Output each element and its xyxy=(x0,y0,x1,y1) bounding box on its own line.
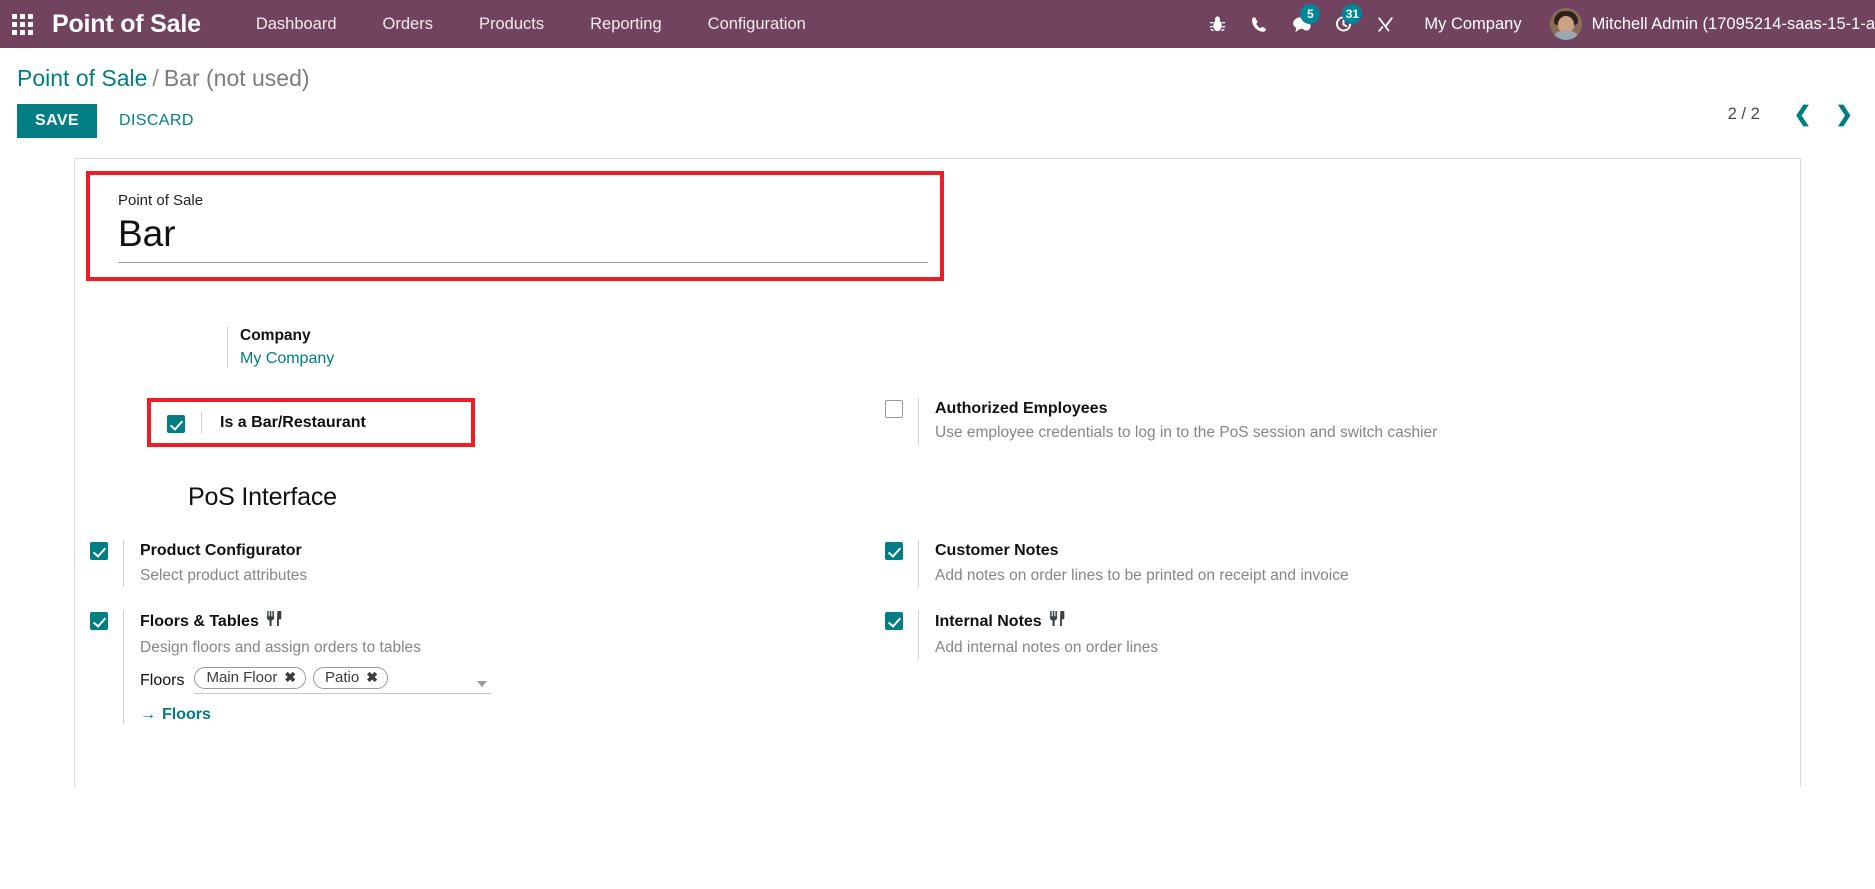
control-panel: Point of Sale / Bar (not used) SAVE DISCAR… xyxy=(0,48,1875,139)
breadcrumb-root[interactable]: Point of Sale xyxy=(17,65,147,91)
save-button[interactable]: SAVE xyxy=(17,104,97,139)
phone-icon[interactable] xyxy=(1238,0,1280,48)
customer-notes-label: Customer Notes xyxy=(935,542,1059,560)
floors-tag-input[interactable]: Main Floor ✖ Patio ✖ xyxy=(194,667,492,695)
authorized-employees-checkbox-cell xyxy=(870,398,918,418)
floors-field-row: Floors Main Floor ✖ Patio ✖ xyxy=(140,667,775,695)
remove-tag-icon[interactable]: ✖ xyxy=(366,669,378,686)
bug-icon[interactable] xyxy=(1196,0,1238,48)
restaurant-fork-knife-icon xyxy=(266,610,283,634)
customer-notes-checkbox-cell xyxy=(870,540,918,561)
floors-internal-link[interactable]: → Floors xyxy=(140,706,211,724)
floors-tables-text: Floors & Tables Design floors and assign… xyxy=(123,610,775,725)
internal-notes-checkbox-cell xyxy=(870,610,918,631)
form-sheet: Point of Sale Company My Company Is a Ba… xyxy=(74,158,1801,788)
app-brand-title[interactable]: Point of Sale xyxy=(52,10,201,39)
menu-item-dashboard[interactable]: Dashboard xyxy=(233,0,360,48)
customer-notes-desc: Add notes on order lines to be printed o… xyxy=(935,567,1349,585)
customer-notes-text: Customer Notes Add notes on order lines … xyxy=(918,540,1475,588)
pos-name-label: Point of Sale xyxy=(118,192,204,210)
breadcrumb-separator: / xyxy=(152,65,159,91)
authorized-employees-desc: Use employee credentials to log in to th… xyxy=(935,424,1438,442)
tools-icon[interactable] xyxy=(1364,0,1406,48)
pos-name-input[interactable] xyxy=(118,213,928,263)
remove-tag-icon[interactable]: ✖ xyxy=(284,669,296,686)
form-sheet-wrapper: Point of Sale Company My Company Is a Ba… xyxy=(0,138,1875,788)
is-bar-restaurant-checkbox-cell xyxy=(151,413,201,433)
floors-internal-link-label: Floors xyxy=(162,706,211,724)
floors-tag-main-floor-label: Main Floor xyxy=(206,669,278,687)
is-bar-restaurant-label: Is a Bar/Restaurant xyxy=(220,413,366,431)
floors-tag-main-floor[interactable]: Main Floor ✖ xyxy=(194,667,307,690)
product-configurator-checkbox[interactable] xyxy=(90,542,108,561)
company-value-link[interactable]: My Company xyxy=(240,350,627,368)
floors-field-label: Floors xyxy=(140,671,185,689)
action-button-row: SAVE DISCARD 2 / 2 ❮ ❯ xyxy=(0,91,1875,139)
settings-column-right: Customer Notes Add notes on order lines … xyxy=(775,540,1475,747)
record-pager: 2 / 2 ❮ ❯ xyxy=(1728,104,1865,125)
company-field-group: Company My Company xyxy=(227,326,627,368)
menu-item-reporting[interactable]: Reporting xyxy=(567,0,685,48)
product-configurator-setting: Product Configurator Select product attr… xyxy=(75,540,775,588)
authorized-employees-setting: Authorized Employees Use employee creden… xyxy=(870,397,1475,445)
product-configurator-desc: Select product attributes xyxy=(140,567,308,585)
floors-tables-setting: Floors & Tables Design floors and assign… xyxy=(75,610,775,725)
is-bar-restaurant-checkbox[interactable] xyxy=(167,414,185,433)
floors-tables-desc: Design floors and assign orders to table… xyxy=(140,638,421,656)
internal-notes-text: Internal Notes Add internal notes on ord… xyxy=(918,610,1475,660)
floors-tag-patio[interactable]: Patio ✖ xyxy=(313,667,388,690)
breadcrumb: Point of Sale / Bar (not used) xyxy=(0,48,1875,91)
arrow-right-icon: → xyxy=(140,706,156,724)
user-name-label: Mitchell Admin (17095214-saas-15-1-a xyxy=(1591,14,1875,33)
pager-count: 2 / 2 xyxy=(1727,105,1760,124)
chevron-down-icon[interactable] xyxy=(477,681,488,688)
user-menu[interactable]: Mitchell Admin (17095214-saas-15-1-a xyxy=(1540,8,1875,40)
internal-notes-checkbox[interactable] xyxy=(885,612,903,631)
floors-tables-checkbox[interactable] xyxy=(90,612,108,631)
activities-clock-icon[interactable]: 31 xyxy=(1322,0,1364,48)
main-menu: Dashboard Orders Products Reporting Conf… xyxy=(233,0,829,48)
activities-badge: 31 xyxy=(1342,4,1363,24)
internal-notes-desc: Add internal notes on order lines xyxy=(935,638,1159,656)
navbar-company-name[interactable]: My Company xyxy=(1406,0,1539,48)
menu-item-configuration[interactable]: Configuration xyxy=(685,0,829,48)
company-label: Company xyxy=(240,326,311,344)
internal-notes-setting: Internal Notes Add internal notes on ord… xyxy=(870,610,1475,660)
apps-grid-icon[interactable] xyxy=(0,0,44,48)
is-bar-restaurant-highlight: Is a Bar/Restaurant xyxy=(147,397,475,448)
authorized-employees-checkbox[interactable] xyxy=(885,399,903,418)
apps-grid-dots xyxy=(11,13,33,35)
product-configurator-label: Product Configurator xyxy=(140,542,302,560)
is-bar-restaurant-text: Is a Bar/Restaurant xyxy=(201,411,471,434)
floors-tables-label-row: Floors & Tables xyxy=(140,610,775,634)
floors-tables-checkbox-cell xyxy=(75,610,123,631)
bar-restaurant-row: Is a Bar/Restaurant Authorized Employees… xyxy=(75,397,1800,474)
discard-button[interactable]: DISCARD xyxy=(103,104,210,138)
top-navbar: Point of Sale Dashboard Orders Products … xyxy=(0,0,1875,48)
messages-icon[interactable]: 5 xyxy=(1280,0,1322,48)
floors-tag-patio-label: Patio xyxy=(325,669,360,687)
menu-item-orders[interactable]: Orders xyxy=(360,0,456,48)
section-title-pos-interface: PoS Interface xyxy=(188,483,337,512)
floors-tables-label: Floors & Tables xyxy=(140,613,259,631)
chevron-right-icon[interactable]: ❯ xyxy=(1823,104,1865,125)
customer-notes-setting: Customer Notes Add notes on order lines … xyxy=(870,540,1475,588)
product-configurator-text: Product Configurator Select product attr… xyxy=(123,540,775,588)
settings-column-left: Product Configurator Select product attr… xyxy=(75,540,775,747)
pos-name-highlight: Point of Sale xyxy=(86,171,944,281)
internal-notes-label-row: Internal Notes xyxy=(935,610,1475,634)
breadcrumb-current: Bar (not used) xyxy=(163,65,310,91)
avatar xyxy=(1549,8,1582,40)
menu-item-products[interactable]: Products xyxy=(456,0,567,48)
navbar-systray: 5 31 My Company Mitchell Admin (17095214… xyxy=(1196,0,1875,48)
messages-badge: 5 xyxy=(1300,4,1321,24)
authorized-employees-label: Authorized Employees xyxy=(935,399,1108,417)
chevron-left-icon[interactable]: ❮ xyxy=(1782,104,1824,125)
settings-columns: Product Configurator Select product attr… xyxy=(75,540,1800,747)
customer-notes-checkbox[interactable] xyxy=(885,542,903,561)
internal-notes-label: Internal Notes xyxy=(935,613,1042,631)
restaurant-fork-knife-icon xyxy=(1049,610,1066,634)
authorized-employees-text: Authorized Employees Use employee creden… xyxy=(918,397,1475,445)
product-configurator-checkbox-cell xyxy=(75,540,123,561)
